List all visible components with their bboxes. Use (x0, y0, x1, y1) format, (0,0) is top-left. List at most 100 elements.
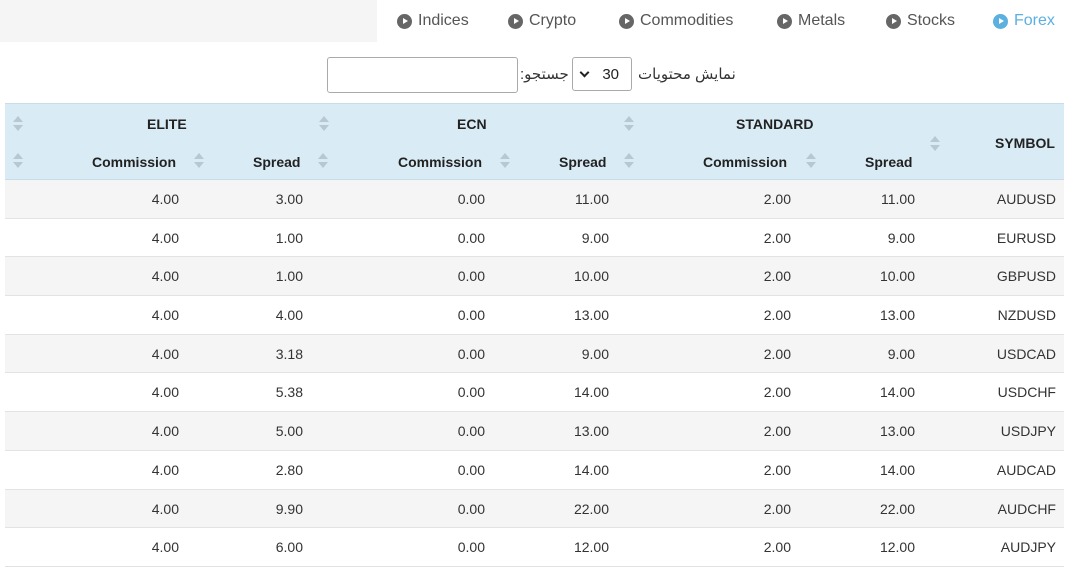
sort-icon[interactable] (13, 151, 23, 171)
cell-ecn-spread: 14.00 (573, 461, 609, 478)
cell-symbol: USDJPY (1000, 423, 1056, 440)
header-std-commission[interactable]: Commission (703, 154, 787, 170)
cell-ecn-spread: 9.00 (581, 229, 609, 246)
cell-elite-spread: 4.00 (275, 307, 303, 324)
sort-icon[interactable] (624, 151, 634, 171)
header-standard: STANDARD (736, 116, 814, 132)
header-ecn-spread[interactable]: Spread (559, 154, 606, 170)
cell-elite-spread: 3.18 (275, 345, 303, 362)
page-length-select[interactable]: 30 (572, 57, 632, 91)
table-body: 4.00 3.00 0.00 11.00 2.00 11.00 AUDUSD 4.00 1.00… (5, 180, 1064, 567)
sort-icon[interactable] (319, 114, 329, 134)
table-row: 4.00 4.00 0.00 13.00 2.00 13.00 NZDUSD (5, 296, 1064, 335)
tab-label: Metals (798, 12, 846, 29)
cell-elite-spread: 5.00 (275, 423, 303, 440)
cell-elite-commission: 4.00 (151, 345, 179, 362)
category-tabs: Indices Crypto Commodities Metals Stocks… (0, 0, 1072, 42)
header-elite-spread[interactable]: Spread (253, 154, 300, 170)
cell-std-spread: 9.00 (887, 229, 915, 246)
cell-std-commission: 2.00 (763, 268, 791, 285)
cell-ecn-commission: 0.00 (457, 191, 485, 207)
cell-ecn-spread: 11.00 (575, 191, 609, 207)
cell-std-spread: 10.00 (879, 268, 915, 285)
cell-ecn-commission: 0.00 (457, 500, 485, 517)
table-row: 4.00 5.38 0.00 14.00 2.00 14.00 USDCHF (5, 373, 1064, 413)
cell-std-spread: 22.00 (879, 500, 915, 517)
header-symbol[interactable]: SYMBOL (995, 135, 1055, 151)
search-input[interactable] (327, 57, 518, 93)
table-row: 4.00 3.00 0.00 11.00 2.00 11.00 AUDUSD (5, 180, 1064, 219)
cell-std-commission: 2.00 (763, 307, 791, 324)
cell-symbol: AUDCHF (997, 500, 1056, 517)
circle-arrow-right-icon (397, 13, 412, 29)
cell-std-commission: 2.00 (763, 423, 791, 440)
cell-std-spread: 14.00 (879, 461, 915, 478)
tab-forex[interactable]: Forex (993, 0, 1055, 42)
tabs-spacer (0, 0, 377, 42)
tab-label: Crypto (529, 12, 577, 29)
table-row: 4.00 3.18 0.00 9.00 2.00 9.00 USDCAD (5, 334, 1064, 374)
cell-std-spread: 12.00 (879, 539, 915, 556)
cell-symbol: NZDUSD (997, 307, 1056, 324)
tab-label: Forex (1014, 12, 1055, 29)
cell-elite-commission: 4.00 (151, 384, 179, 401)
tab-indices[interactable]: Indices (397, 0, 469, 42)
circle-arrow-right-icon (619, 13, 634, 29)
table-row: 4.00 1.00 0.00 10.00 2.00 10.00 GBPUSD (5, 257, 1064, 297)
tab-commodities[interactable]: Commodities (619, 0, 733, 42)
cell-std-commission: 2.00 (763, 539, 791, 556)
cell-symbol: AUDCAD (996, 461, 1056, 478)
cell-elite-spread: 9.90 (275, 500, 303, 517)
cell-elite-commission: 4.00 (151, 191, 179, 207)
spreads-table: ELITE ECN STANDARD SYMBOL Commission Spr… (5, 103, 1064, 567)
cell-ecn-spread: 14.00 (573, 384, 609, 401)
sort-icon[interactable] (806, 151, 816, 171)
page-length-label: نمایش محتویات (638, 66, 736, 83)
header-std-spread[interactable]: Spread (865, 154, 912, 170)
sort-icon[interactable] (500, 151, 510, 171)
cell-ecn-commission: 0.00 (457, 268, 485, 285)
sort-icon[interactable] (318, 151, 328, 171)
tab-label: Commodities (640, 12, 734, 29)
header-elite: ELITE (147, 116, 187, 132)
cell-std-commission: 2.00 (763, 345, 791, 362)
cell-elite-commission: 4.00 (151, 229, 179, 246)
tab-crypto[interactable]: Crypto (508, 0, 576, 42)
cell-symbol: AUDUSD (996, 191, 1056, 207)
cell-ecn-spread: 13.00 (573, 423, 609, 440)
table-row: 4.00 1.00 0.00 9.00 2.00 9.00 EURUSD (5, 218, 1064, 258)
tab-label: Stocks (907, 12, 956, 29)
cell-std-commission: 2.00 (763, 229, 791, 246)
cell-ecn-commission: 0.00 (457, 384, 485, 401)
chevron-down-icon (579, 67, 590, 77)
cell-ecn-spread: 9.00 (581, 345, 609, 362)
sort-icon[interactable] (930, 134, 940, 154)
cell-ecn-spread: 10.00 (573, 268, 609, 285)
table-header: ELITE ECN STANDARD SYMBOL Commission Spr… (5, 103, 1064, 180)
cell-std-spread: 9.00 (887, 345, 915, 362)
sort-icon[interactable] (194, 151, 204, 171)
tab-label: Indices (418, 12, 469, 29)
tab-stocks[interactable]: Stocks (886, 0, 955, 42)
cell-ecn-commission: 0.00 (457, 345, 485, 362)
table-row: 4.00 2.80 0.00 14.00 2.00 14.00 AUDCAD (5, 450, 1064, 490)
cell-ecn-spread: 12.00 (573, 539, 609, 556)
header-ecn-commission[interactable]: Commission (398, 154, 482, 170)
cell-ecn-spread: 22.00 (573, 500, 609, 517)
tab-metals[interactable]: Metals (777, 0, 845, 42)
cell-elite-commission: 4.00 (151, 500, 179, 517)
cell-std-spread: 14.00 (879, 384, 915, 401)
cell-elite-spread: 1.00 (275, 268, 303, 285)
table-row: 4.00 5.00 0.00 13.00 2.00 13.00 USDJPY (5, 412, 1064, 451)
table-row: 4.00 6.00 0.00 12.00 2.00 12.00 AUDJPY (5, 528, 1064, 567)
cell-std-commission: 2.00 (763, 384, 791, 401)
sort-icon[interactable] (13, 114, 23, 134)
cell-elite-spread: 6.00 (275, 539, 303, 556)
sort-icon[interactable] (624, 114, 634, 134)
cell-symbol: USDCHF (997, 384, 1056, 401)
cell-std-commission: 2.00 (763, 191, 791, 207)
circle-arrow-right-icon (777, 13, 792, 29)
cell-elite-commission: 4.00 (151, 268, 179, 285)
cell-std-commission: 2.00 (763, 500, 791, 517)
header-elite-commission[interactable]: Commission (92, 154, 176, 170)
